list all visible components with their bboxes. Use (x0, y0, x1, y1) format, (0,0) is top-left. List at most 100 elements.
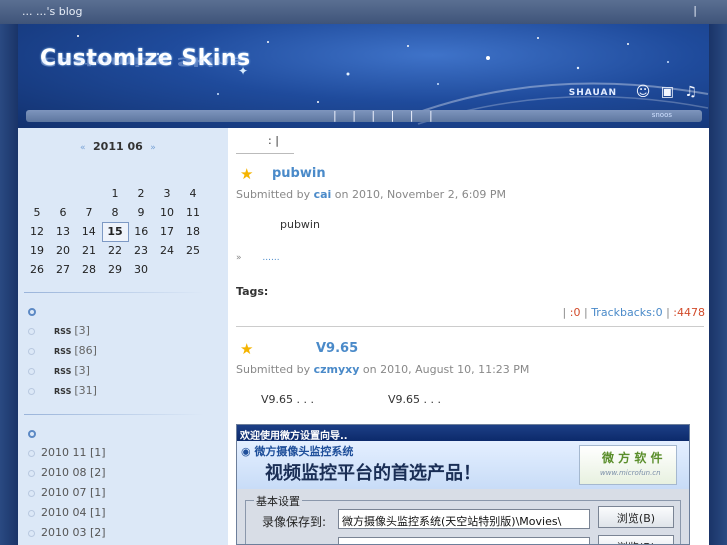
user-icon[interactable]: ☺ (636, 84, 651, 100)
submitted-prefix: Submitted by (236, 363, 311, 376)
music-icon[interactable]: ♫ (684, 84, 697, 100)
sidebar-divider (24, 414, 204, 415)
calendar-grid: 1 2 3 4 5 6 7 8 9 10 11 12 13 14 15 16 1… (24, 184, 206, 279)
app-window-title: 欢迎使用微方设置向导.. (237, 425, 689, 442)
site-logo-reflection: Customize Skins (40, 54, 244, 68)
rss-badge: RSS (54, 367, 72, 376)
site-header: Customize Skins Customize Skins ✦ SHAUAN… (18, 24, 709, 128)
app-slogan: 视频监控平台的首选产品！ (265, 463, 481, 484)
calendar-header: « 2011 06 » (80, 140, 156, 153)
archive-month: 2010 03 (41, 526, 87, 539)
calendar-day: 24 (160, 244, 174, 257)
section-bullet-icon (28, 308, 36, 316)
calendar-day: 7 (85, 206, 93, 219)
main-content: : | ★ pubwin Submitted by cai on 2010, N… (228, 128, 709, 545)
calendar-day: 23 (134, 244, 148, 257)
blog-title-link[interactable]: ... ...'s blog (22, 5, 82, 18)
archive-item[interactable]: 2010 08 [2] (28, 466, 106, 486)
calendar-day: 18 (186, 225, 200, 238)
calendar-day: 12 (30, 225, 44, 238)
calendar-day: 28 (82, 263, 96, 276)
archive-count: [2] (90, 466, 106, 479)
calendar-day: 8 (111, 205, 119, 219)
subnav-links[interactable]: | | | | | | (333, 109, 439, 122)
archive-item[interactable]: 2010 11 [1] (28, 446, 106, 466)
archive-count: [2] (90, 526, 106, 539)
header-shauan-text: SHAUAN (568, 88, 617, 98)
save-path-field[interactable]: 微方摄像头监控系统(天空站特别版)\Movies\ (338, 509, 590, 529)
author-link[interactable]: cai (314, 188, 332, 201)
save-location-label: 录像保存到: (262, 515, 327, 529)
star-icon: ★ (240, 340, 254, 358)
calendar-day (24, 184, 50, 203)
star-icon: ★ (240, 165, 254, 183)
calendar-day: 20 (56, 244, 70, 257)
post-title-link[interactable]: pubwin (272, 166, 326, 181)
author-link[interactable]: czmyxy (314, 363, 360, 376)
archive-count: [1] (90, 446, 106, 459)
calendar-day: 1 (111, 187, 119, 200)
read-more[interactable]: » ...... (236, 253, 280, 263)
read-more-link[interactable]: ...... (262, 253, 279, 263)
rss-feed-item[interactable]: RSS [3] (28, 324, 97, 344)
frame-right (709, 24, 727, 545)
tags-label: Tags: (236, 285, 269, 298)
post-submitted: Submitted by czmyxy on 2010, August 10, … (236, 363, 529, 376)
rss-feed-item[interactable]: RSS [3] (28, 364, 97, 384)
calendar-prev-link[interactable]: « (80, 143, 86, 153)
archive-list: 2010 11 [1] 2010 08 [2] 2010 07 [1] 2010… (28, 446, 106, 545)
rss-feed-item[interactable]: RSS [86] (28, 344, 97, 364)
post-links: | :0 | Trackbacks:0 | :4478 (563, 306, 705, 319)
app-brand-name: 微 方 软 件 (602, 451, 663, 465)
calendar-month-label: 2011 06 (93, 140, 143, 153)
embedded-app-screenshot: 欢迎使用微方设置向导.. ◉ 微方摄像头监控系统 视频监控平台的首选产品！ 微 … (236, 424, 690, 545)
post-meta-top: : | (268, 134, 279, 147)
post-separator (236, 326, 704, 327)
calendar-day: 6 (59, 206, 67, 219)
calendar-day: 19 (30, 244, 44, 257)
rss-badge: RSS (54, 387, 72, 396)
archive-month: 2010 04 (41, 506, 87, 519)
post-body: pubwin (280, 218, 320, 231)
calendar-day-today[interactable]: 15 (101, 221, 129, 242)
trackbacks-link[interactable]: Trackbacks:0 (591, 306, 662, 319)
rss-count: [31] (74, 384, 97, 397)
browse-button-2[interactable]: 浏览(B) (598, 535, 674, 544)
post-date: on 2010, November 2, 6:09 PM (334, 188, 507, 201)
calendar-week: 5 6 7 8 9 10 11 (24, 203, 206, 222)
links-separator: | (562, 306, 567, 319)
read-more-mark: » (236, 253, 242, 263)
basic-settings-group: 基本设置 录像保存到: 微方摄像头监控系统(天空站特别版)\Movies\ 浏览… (245, 493, 681, 544)
second-path-field[interactable] (338, 537, 590, 544)
calendar-week: 12 13 14 15 16 17 18 (24, 221, 206, 242)
browse-button[interactable]: 浏览(B) (598, 506, 674, 528)
submitted-prefix: Submitted by (236, 188, 311, 201)
header-subnav: | | | | | | snoos (26, 109, 702, 122)
app-brand-box: 微 方 软 件 www.microfun.cn (579, 445, 677, 485)
calendar-day: 9 (137, 206, 145, 219)
post-body: V9.65 . . . (261, 393, 314, 406)
topbar-separator: | (693, 4, 697, 17)
film-icon[interactable]: ▣ (661, 84, 674, 100)
rss-feed-item[interactable]: RSS [31] (28, 384, 97, 404)
post-date: on 2010, August 10, 11:23 PM (362, 363, 530, 376)
calendar-day: 14 (81, 225, 96, 238)
archive-item[interactable]: 2010 04 [1] (28, 506, 106, 526)
archive-item[interactable]: 2010 03 [2] (28, 526, 106, 545)
calendar-day: 11 (186, 206, 200, 219)
archive-item[interactable]: 2010 07 [1] (28, 486, 106, 506)
app-system-name: ◉ 微方摄像头监控系统 (241, 445, 354, 458)
links-separator: | (583, 306, 588, 319)
post-title-link[interactable]: V9.65 (316, 341, 358, 356)
calendar-day: 26 (30, 263, 44, 276)
calendar-day: 17 (160, 225, 174, 238)
archive-month: 2010 07 (41, 486, 87, 499)
calendar-day: 3 (163, 187, 171, 200)
archive-month: 2010 11 (41, 446, 87, 459)
rss-count: [3] (74, 324, 90, 337)
calendar-day: 25 (186, 244, 200, 257)
comments-link[interactable]: :0 (570, 306, 581, 319)
rss-count: [86] (74, 344, 97, 357)
archive-count: [1] (90, 486, 106, 499)
calendar-next-link[interactable]: » (150, 143, 156, 153)
